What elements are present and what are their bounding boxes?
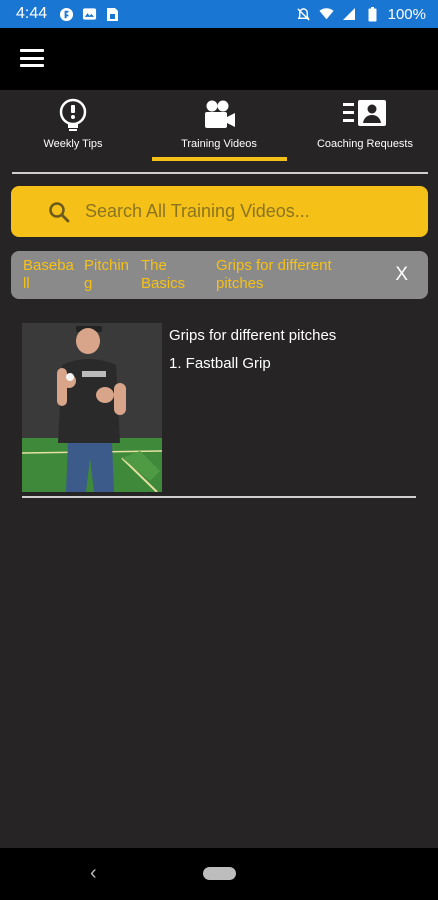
system-nav-bar: ‹ — [0, 848, 438, 900]
tab-bar: Weekly Tips Training Videos Coaching Req… — [0, 90, 438, 164]
breadcrumb-item-baseball[interactable]: Baseball — [23, 257, 75, 293]
signal-icon — [342, 7, 357, 22]
battery-icon — [365, 6, 380, 22]
hamburger-menu-icon[interactable] — [20, 47, 44, 69]
status-left: 4:44 — [16, 5, 120, 23]
divider — [22, 496, 416, 498]
app-notification-icon — [59, 7, 74, 22]
photo-icon — [82, 7, 97, 22]
status-right: 100% — [296, 6, 426, 23]
mute-icon — [296, 7, 311, 22]
active-tab-indicator — [152, 157, 287, 161]
search-input[interactable] — [85, 201, 385, 222]
video-list-item[interactable]: Grips for different pitches 1. Fastball … — [22, 323, 416, 499]
clear-filter-button[interactable]: X — [395, 264, 408, 286]
tab-weekly-tips[interactable]: Weekly Tips — [0, 90, 146, 164]
tab-label: Weekly Tips — [43, 138, 103, 150]
tab-label: Training Videos — [181, 138, 257, 150]
status-time: 4:44 — [16, 5, 48, 22]
video-subtitle: 1. Fastball Grip — [169, 355, 271, 372]
breadcrumb-item-the-basics[interactable]: The Basics — [141, 257, 199, 293]
breadcrumb: Baseball Pitching The Basics Grips for d… — [11, 251, 428, 299]
breadcrumb-item-grips[interactable]: Grips for different pitches — [216, 257, 366, 293]
breadcrumb-item-pitching[interactable]: Pitching — [84, 257, 134, 293]
contact-list-icon — [342, 98, 388, 132]
tab-label: Coaching Requests — [316, 138, 413, 150]
wifi-icon — [319, 7, 334, 22]
app-bar — [0, 28, 438, 90]
tab-training-videos[interactable]: Training Videos — [146, 90, 292, 164]
sim-icon — [105, 7, 120, 22]
tab-coaching-requests[interactable]: Coaching Requests — [292, 90, 438, 164]
home-pill-icon[interactable] — [203, 867, 236, 880]
video-camera-icon — [202, 98, 236, 132]
divider — [12, 172, 428, 174]
search-icon — [47, 200, 71, 224]
battery-percent: 100% — [387, 5, 426, 23]
video-title: Grips for different pitches — [169, 327, 337, 344]
search-box[interactable] — [11, 186, 428, 237]
status-bar: 4:44 100% — [0, 0, 438, 28]
video-thumbnail[interactable] — [22, 323, 162, 492]
lightbulb-icon — [57, 98, 89, 132]
back-icon[interactable]: ‹ — [90, 862, 97, 885]
